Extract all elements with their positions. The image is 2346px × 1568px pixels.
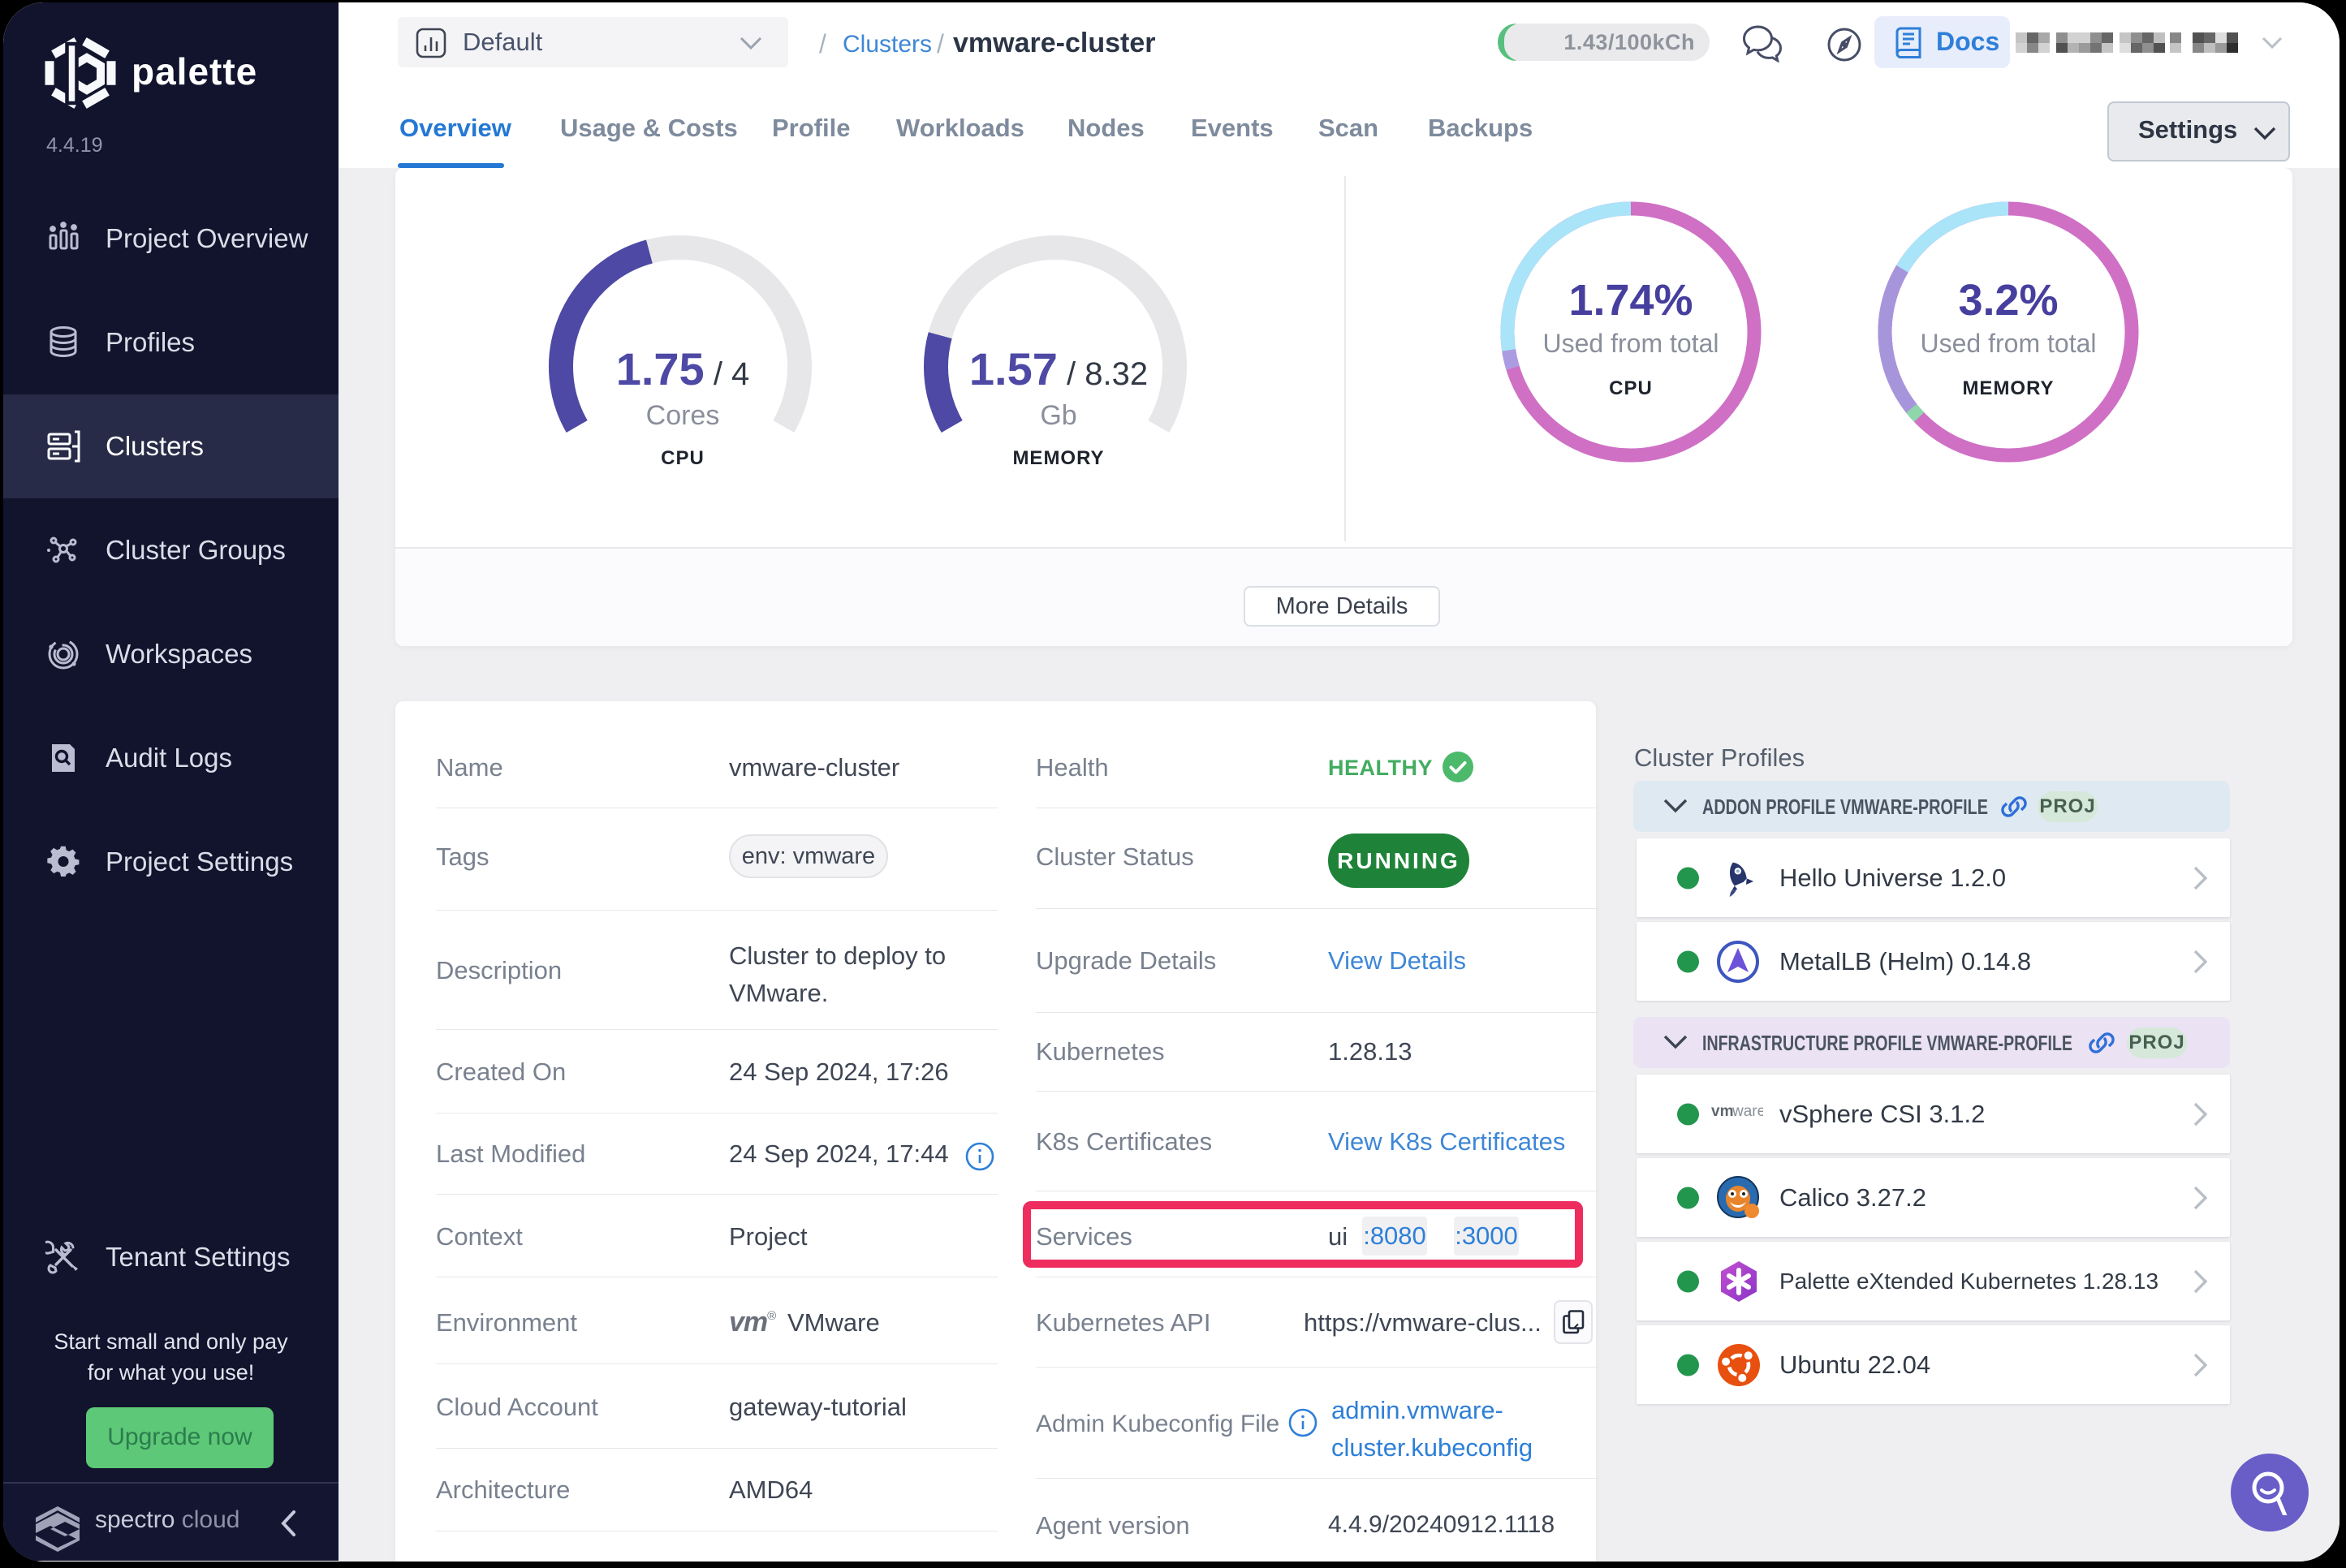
svg-text:ADDON PROFILE VMWARE-PROFILE: ADDON PROFILE VMWARE-PROFILE (1702, 795, 1988, 819)
svg-text:INFRASTRUCTURE PROFILE VMWARE-: INFRASTRUCTURE PROFILE VMWARE-PROFILE (1702, 1031, 2072, 1055)
svg-text:vm: vm (1711, 1103, 1733, 1120)
svg-text:ware: ware (1731, 1103, 1763, 1120)
